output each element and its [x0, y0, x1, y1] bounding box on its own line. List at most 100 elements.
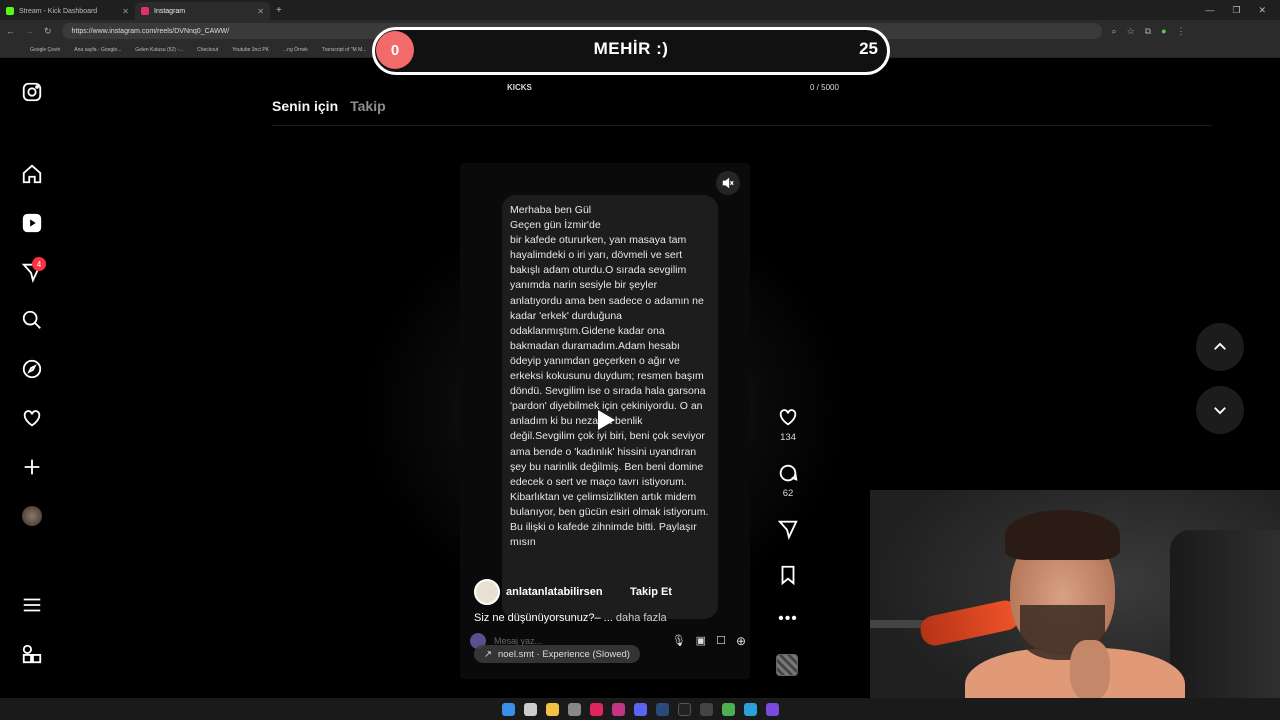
apps-icon[interactable] — [20, 642, 44, 666]
webcam-person-hand — [1070, 640, 1110, 700]
comment-action[interactable]: 62 — [772, 462, 804, 499]
minimize-icon[interactable]: — — [1205, 5, 1214, 16]
browser-tab-bar: Stream - Kick Dashboard ✕ Instagram ✕ + … — [0, 0, 1280, 20]
profile-avatar[interactable] — [20, 504, 44, 528]
webcam-person-hair — [1005, 510, 1120, 560]
reel-text-line: Geçen gün İzmir'de — [510, 219, 601, 232]
capcut-icon[interactable] — [699, 702, 713, 716]
reload-icon[interactable]: ↻ — [44, 26, 52, 37]
kick-goal-name: MEHİR :) — [593, 39, 669, 58]
mute-button[interactable] — [716, 171, 740, 195]
follow-button[interactable]: Takip Et — [624, 582, 678, 602]
bookmark-item[interactable]: ...ng Örnek — [283, 47, 308, 53]
share-action[interactable] — [772, 518, 804, 540]
save-action[interactable] — [772, 564, 804, 586]
chat-icon[interactable]: ☐ — [716, 634, 726, 648]
file-explorer-icon[interactable] — [545, 702, 559, 716]
chrome-icon[interactable] — [721, 702, 735, 716]
kick-label: KICKS — [507, 83, 532, 92]
windows-taskbar — [0, 698, 1280, 720]
author-name[interactable]: anlatanlatabilirsen — [506, 586, 606, 598]
back-icon[interactable]: ← — [6, 26, 15, 36]
menu-icon[interactable]: ⋮ — [1177, 26, 1186, 37]
author-avatar[interactable] — [474, 579, 500, 605]
task-view-icon[interactable] — [523, 702, 537, 716]
home-icon[interactable] — [20, 162, 44, 186]
maximize-icon[interactable]: ❐ — [1232, 5, 1240, 16]
instagram-sidebar — [0, 60, 64, 700]
profile-icon[interactable]: ● — [1161, 26, 1166, 37]
bookmark-item[interactable]: Youtube 3nci PK — [232, 47, 269, 53]
kick-progress: 0 / 5000 — [810, 83, 839, 92]
instagram-favicon-icon — [141, 7, 149, 15]
explore-icon[interactable] — [20, 357, 44, 381]
like-action[interactable]: 134 — [772, 406, 804, 443]
music-label: noel.smt · Experience (Slowed) — [497, 648, 630, 660]
close-window-icon[interactable]: ✕ — [1258, 5, 1266, 16]
more-dots-icon: ••• — [778, 610, 798, 627]
heart-notifications-icon[interactable] — [20, 406, 44, 430]
add-circle-icon[interactable]: ⊕ — [736, 634, 746, 648]
kick-goal-target: 25 — [859, 39, 878, 58]
tab-for-you[interactable]: Senin için — [272, 98, 338, 114]
close-tab-icon[interactable]: ✕ — [257, 7, 264, 16]
app-red-icon[interactable] — [589, 702, 603, 716]
more-menu-icon[interactable] — [20, 593, 44, 617]
comment-count: 62 — [782, 488, 794, 499]
tab-following[interactable]: Takip — [350, 98, 386, 114]
webcam-overlay — [870, 490, 1280, 720]
bookmark-item[interactable]: Google Çeviri — [30, 47, 60, 53]
reel-text-card: Merhaba ben Gül Geçen gün İzmir'de bir k… — [502, 195, 718, 619]
like-count: 134 — [780, 432, 796, 443]
feed-tabs: Senin için Takip — [272, 98, 386, 114]
new-tab-icon[interactable]: + — [276, 5, 282, 16]
telegram-icon[interactable] — [743, 702, 757, 716]
zoom-icon[interactable]: ⌕ — [1112, 26, 1117, 37]
forward-icon[interactable]: → — [25, 26, 34, 36]
photoshop-icon[interactable] — [655, 702, 669, 716]
tiktok-icon[interactable] — [677, 702, 691, 716]
bookmark-item[interactable]: Ana sayfa - Google... — [74, 47, 121, 53]
kick-favicon-icon — [6, 7, 14, 15]
caption-text: Siz ne düşünüyorsunuz?– ... — [474, 612, 613, 624]
more-action[interactable]: ••• — [772, 610, 804, 628]
comment-icon — [779, 464, 798, 482]
tab-kick-dashboard[interactable]: Stream - Kick Dashboard ✕ — [0, 2, 135, 20]
kick-goal-overlay: 0 MEHİR :) 25 KICKS 0 / 5000 — [372, 27, 890, 92]
close-tab-icon[interactable]: ✕ — [122, 7, 129, 16]
share-icon — [777, 520, 798, 540]
start-icon[interactable] — [501, 702, 515, 716]
window-controls: — ❐ ✕ — [1205, 5, 1280, 16]
webcam-chair — [1170, 530, 1280, 720]
reel-text-line: Merhaba ben Gül — [510, 204, 592, 216]
music-chip[interactable]: ↗ noel.smt · Experience (Slowed) — [474, 645, 640, 663]
settings-icon[interactable] — [567, 702, 581, 716]
music-arrow-icon: ↗ — [484, 648, 492, 660]
bookmark-item[interactable]: Transcript of "M M... — [322, 47, 367, 53]
star-icon[interactable]: ☆ — [1127, 26, 1135, 37]
notification-badge: 4 — [32, 257, 46, 271]
caption-more-link[interactable]: daha fazla — [616, 612, 667, 624]
image-icon[interactable]: ▣ — [696, 634, 706, 648]
audio-thumbnail[interactable] — [776, 654, 798, 676]
reels-icon[interactable] — [20, 211, 44, 235]
bookmark-item[interactable]: Gelen Kutusu (52) -... — [135, 47, 183, 53]
play-icon[interactable] — [596, 409, 616, 436]
bookmark-item[interactable]: Checkout — [197, 47, 218, 53]
reel-author-row: anlatanlatabilirsen Takip Et — [474, 577, 744, 607]
search-icon[interactable] — [20, 308, 44, 332]
create-icon[interactable] — [20, 455, 44, 479]
next-reel-button[interactable] — [1196, 386, 1244, 434]
tab-label: Instagram — [154, 7, 186, 15]
previous-reel-button[interactable] — [1196, 323, 1244, 371]
discord-icon[interactable] — [633, 702, 647, 716]
instagram-taskbar-icon[interactable] — [611, 702, 625, 716]
instagram-logo-icon[interactable] — [20, 80, 44, 104]
heart-icon — [779, 409, 797, 426]
mic-icon[interactable]: 🎙 — [672, 634, 686, 648]
tab-instagram[interactable]: Instagram ✕ — [135, 2, 270, 20]
reel-video[interactable]: Merhaba ben Gül Geçen gün İzmir'de bir k… — [460, 163, 750, 679]
obs-icon[interactable] — [765, 702, 779, 716]
extensions-icon[interactable]: ⧉ — [1145, 26, 1151, 37]
chevron-up-icon — [1214, 342, 1226, 350]
